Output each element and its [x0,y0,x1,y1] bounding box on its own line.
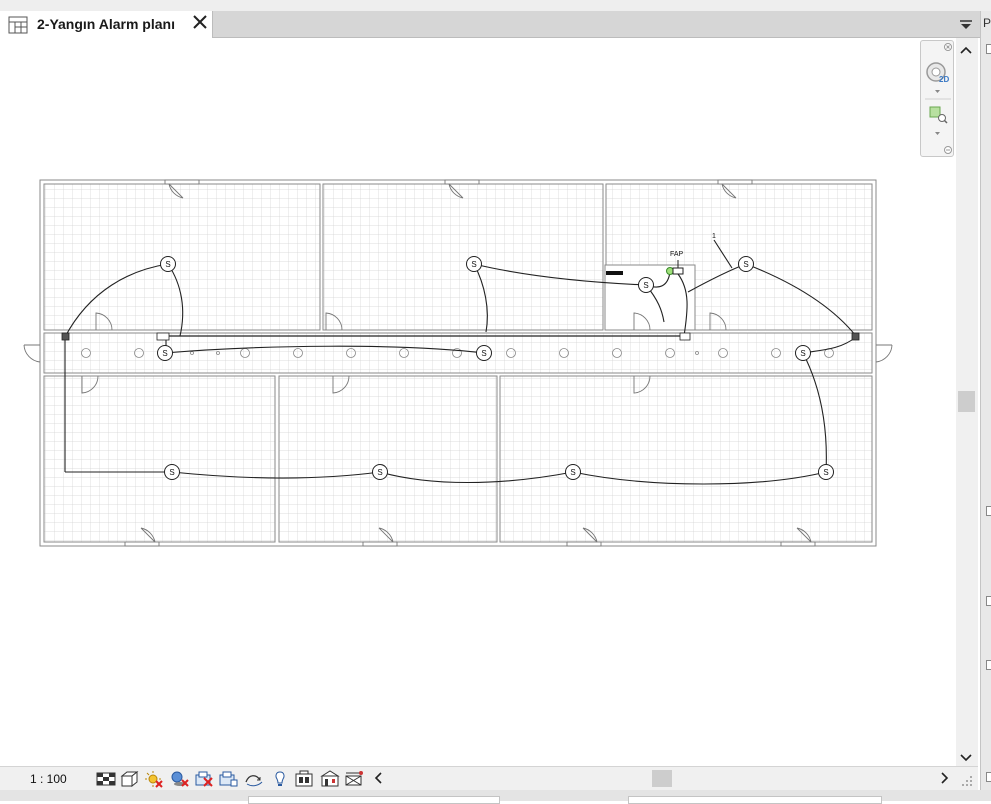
properties-panel-edge[interactable] [980,11,991,801]
room[interactable] [322,183,604,331]
navigation-bar: 2D [920,40,954,157]
navbar-options-icon[interactable] [944,146,952,154]
panel-expander[interactable] [986,596,991,606]
detector-label: S [800,349,805,358]
wheel-badge: 2D [939,75,949,84]
panel-expander[interactable] [986,772,991,782]
panel-expander[interactable] [986,506,991,516]
unlock-3d-view-icon[interactable] [244,770,263,788]
detail-level-icon[interactable] [96,770,116,788]
fap-label: FAP [670,251,684,258]
show-crop-region-icon[interactable] [218,770,238,788]
room[interactable] [278,375,498,543]
detector-label: S [823,468,828,477]
detector-label: S [162,349,167,358]
tab-list-dropdown-icon[interactable] [959,18,973,36]
crop-view-icon[interactable] [194,770,213,788]
detector-label: S [169,468,174,477]
circuit-tag: 1 [712,233,716,240]
tab-fire-alarm-plan[interactable]: 2-Yangın Alarm planı [0,11,213,38]
view-tab-bar: 2-Yangın Alarm planı [0,11,991,38]
detector-label: S [743,260,748,269]
properties-panel-label: P [983,16,991,30]
top-strip [0,0,991,11]
scroll-up-arrow-icon[interactable] [960,42,972,60]
room[interactable] [43,375,276,543]
close-icon[interactable] [192,14,208,35]
temporary-hide-isolate-icon[interactable] [270,770,288,788]
reveal-hidden-elements-icon[interactable] [294,770,313,788]
shadows-icon[interactable] [170,770,189,788]
detector-label: S [377,468,382,477]
zoom-region-icon[interactable] [929,106,948,135]
2d-steering-wheel-icon[interactable]: 2D [926,62,949,93]
bottom-strip [0,790,991,804]
sun-path-icon[interactable] [144,770,163,788]
vertical-scroll-thumb[interactable] [958,391,975,412]
close-icon[interactable] [944,43,952,51]
panel-expander[interactable] [986,44,991,54]
floor-plan-view-icon [8,16,28,39]
analytical-model-icon[interactable] [344,770,363,788]
tab-title: 2-Yangın Alarm planı [37,16,175,32]
scroll-right-arrow-icon[interactable] [940,771,950,789]
detector-label: S [570,468,575,477]
room[interactable] [499,375,873,543]
temporary-view-properties-icon[interactable] [320,770,340,788]
detector-label: S [643,281,648,290]
view-scale[interactable]: 1 : 100 [30,772,67,786]
panel-expander[interactable] [986,660,991,670]
vertical-scrollbar[interactable] [956,38,978,766]
view-control-bar: 1 : 100 [0,766,978,790]
status-field [248,796,500,804]
status-field [628,796,882,804]
horizontal-scroll-thumb[interactable] [652,770,672,787]
detector-label: S [481,349,486,358]
scroll-left-arrow-icon[interactable] [373,771,383,789]
detector-label: S [471,260,476,269]
drawing-canvas[interactable]: FAP 1 S S S S S S S S S S S [0,38,956,766]
detector-label: S [165,260,170,269]
visual-style-icon[interactable] [120,770,139,788]
